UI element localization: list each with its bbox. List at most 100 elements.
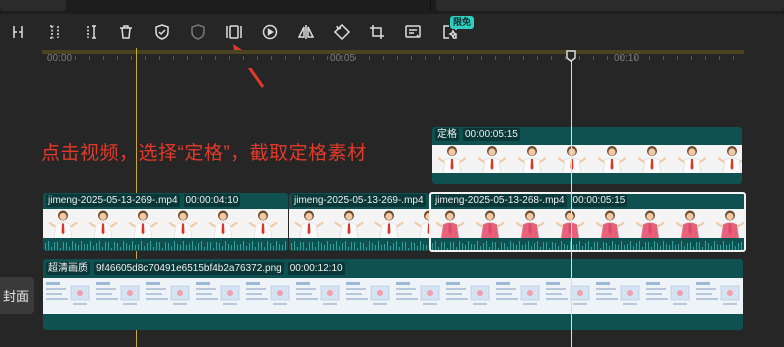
free-badge: 限免 xyxy=(450,16,475,29)
thumbnail-frame xyxy=(643,278,693,314)
clip-header: 定格 00:00:05:15 xyxy=(432,127,742,142)
split-right-icon[interactable] xyxy=(80,21,102,43)
ruler-tick xyxy=(607,56,608,60)
audio-waveform xyxy=(43,239,288,251)
delete-icon[interactable] xyxy=(115,21,137,43)
ruler-tick xyxy=(663,56,664,60)
waveform-bar xyxy=(162,248,163,250)
panel-divider xyxy=(430,0,431,11)
caption-icon[interactable] xyxy=(402,21,424,43)
waveform-bar xyxy=(327,241,328,250)
ruler-tick xyxy=(145,56,146,60)
waveform-bar xyxy=(186,245,187,250)
waveform-bar xyxy=(222,246,223,250)
time-ruler[interactable]: 00:00 00:05 00:10 xyxy=(0,50,784,68)
waveform-bar xyxy=(291,243,292,250)
mirror-icon[interactable] xyxy=(295,21,317,43)
clip-thumbnails xyxy=(432,145,742,173)
thumbnail-frame xyxy=(243,278,293,314)
waveform-bar xyxy=(81,241,82,250)
rotate-icon[interactable] xyxy=(331,21,353,43)
thumbnail-frame xyxy=(293,278,343,314)
waveform-bar xyxy=(309,242,310,250)
video-clip[interactable]: jimeng-2025-05-13-269-.mp4 00:00:04:10 xyxy=(43,193,288,251)
panel-edge xyxy=(0,0,66,11)
waveform-bar xyxy=(336,241,337,250)
ruler-label: 00:00 xyxy=(47,53,73,64)
waveform-bar xyxy=(135,245,136,250)
ruler-tick xyxy=(453,56,454,60)
waveform-bar xyxy=(357,248,358,250)
ruler-tick xyxy=(257,56,258,60)
waveform-bar xyxy=(216,242,217,250)
thumbnail-frame xyxy=(93,278,143,314)
thumbnail-frame xyxy=(243,209,283,238)
waveform-bar xyxy=(111,248,112,250)
ruler-tick xyxy=(341,56,342,60)
waveform-bar xyxy=(363,243,364,250)
playhead[interactable] xyxy=(571,52,572,347)
waveform-bar xyxy=(252,241,253,250)
thumbnail-frame xyxy=(143,278,193,314)
thumbnail-frame xyxy=(343,278,393,314)
waveform-bar xyxy=(165,242,166,250)
thumbnail-frame xyxy=(443,278,493,314)
waveform-bar xyxy=(138,244,139,250)
ruler-tick xyxy=(47,56,48,60)
waveform-bar xyxy=(183,241,184,250)
waveform-bar xyxy=(147,243,148,250)
clip-name: jimeng-2025-05-13-269-.mp4 xyxy=(46,194,180,207)
ruler-tick xyxy=(649,56,650,60)
ruler-tick xyxy=(75,56,76,60)
waveform-bar xyxy=(99,241,100,250)
waveform-bar xyxy=(123,241,124,250)
waveform-bar xyxy=(315,247,316,250)
split-icon[interactable] xyxy=(7,21,29,43)
ruler-tick xyxy=(397,56,398,60)
waveform-bar xyxy=(126,243,127,250)
waveform-bar xyxy=(225,241,226,250)
thumbnail-frame xyxy=(552,145,592,173)
waveform-bar xyxy=(66,242,67,250)
waveform-bar xyxy=(276,241,277,250)
waveform-bar xyxy=(195,246,196,250)
ruler-tick xyxy=(677,56,678,60)
thumbnail-frame xyxy=(123,209,163,238)
split-left-icon[interactable] xyxy=(44,21,66,43)
waveform-bar xyxy=(420,241,421,250)
waveform-bar xyxy=(60,248,61,250)
waveform-bar xyxy=(63,242,64,250)
shield-icon[interactable] xyxy=(187,21,209,43)
waveform-bar xyxy=(93,246,94,250)
waveform-bar xyxy=(144,246,145,250)
waveform-bar xyxy=(90,241,91,250)
freeze-clip[interactable]: 定格 00:00:05:15 xyxy=(432,127,742,184)
waveform-bar xyxy=(333,244,334,250)
waveform-bar xyxy=(228,244,229,250)
waveform-bar xyxy=(213,248,214,250)
waveform-bar xyxy=(399,247,400,250)
ruler-tick xyxy=(187,56,188,60)
waveform-bar xyxy=(198,243,199,250)
waveform-bar xyxy=(312,242,313,250)
ruler-tick xyxy=(481,56,482,60)
ruler-tick xyxy=(537,56,538,60)
cover-button[interactable]: 封面 xyxy=(0,277,34,314)
waveform-bar xyxy=(351,242,352,250)
image-clip[interactable]: 超清画质 9f46605d8c70491e6515bf4b2a76372.png… xyxy=(43,259,743,330)
shield-check-icon[interactable] xyxy=(151,21,173,43)
video-clip[interactable]: jimeng-2025-05-13-269-.mp4 xyxy=(289,193,429,251)
clip-thumbnails xyxy=(289,209,429,238)
waveform-bar xyxy=(282,245,283,250)
playhead-handle[interactable] xyxy=(566,50,576,62)
thumbnail-frame xyxy=(289,209,329,238)
thumbnail-frame xyxy=(83,209,123,238)
ruler-tick xyxy=(593,56,594,60)
ruler-tick xyxy=(523,56,524,60)
crop-icon[interactable] xyxy=(366,21,388,43)
ruler-tick xyxy=(705,56,706,60)
ruler-tick xyxy=(159,56,160,60)
waveform-bar xyxy=(237,245,238,250)
thumbnail-frame xyxy=(592,145,632,173)
waveform-bar xyxy=(84,244,85,250)
